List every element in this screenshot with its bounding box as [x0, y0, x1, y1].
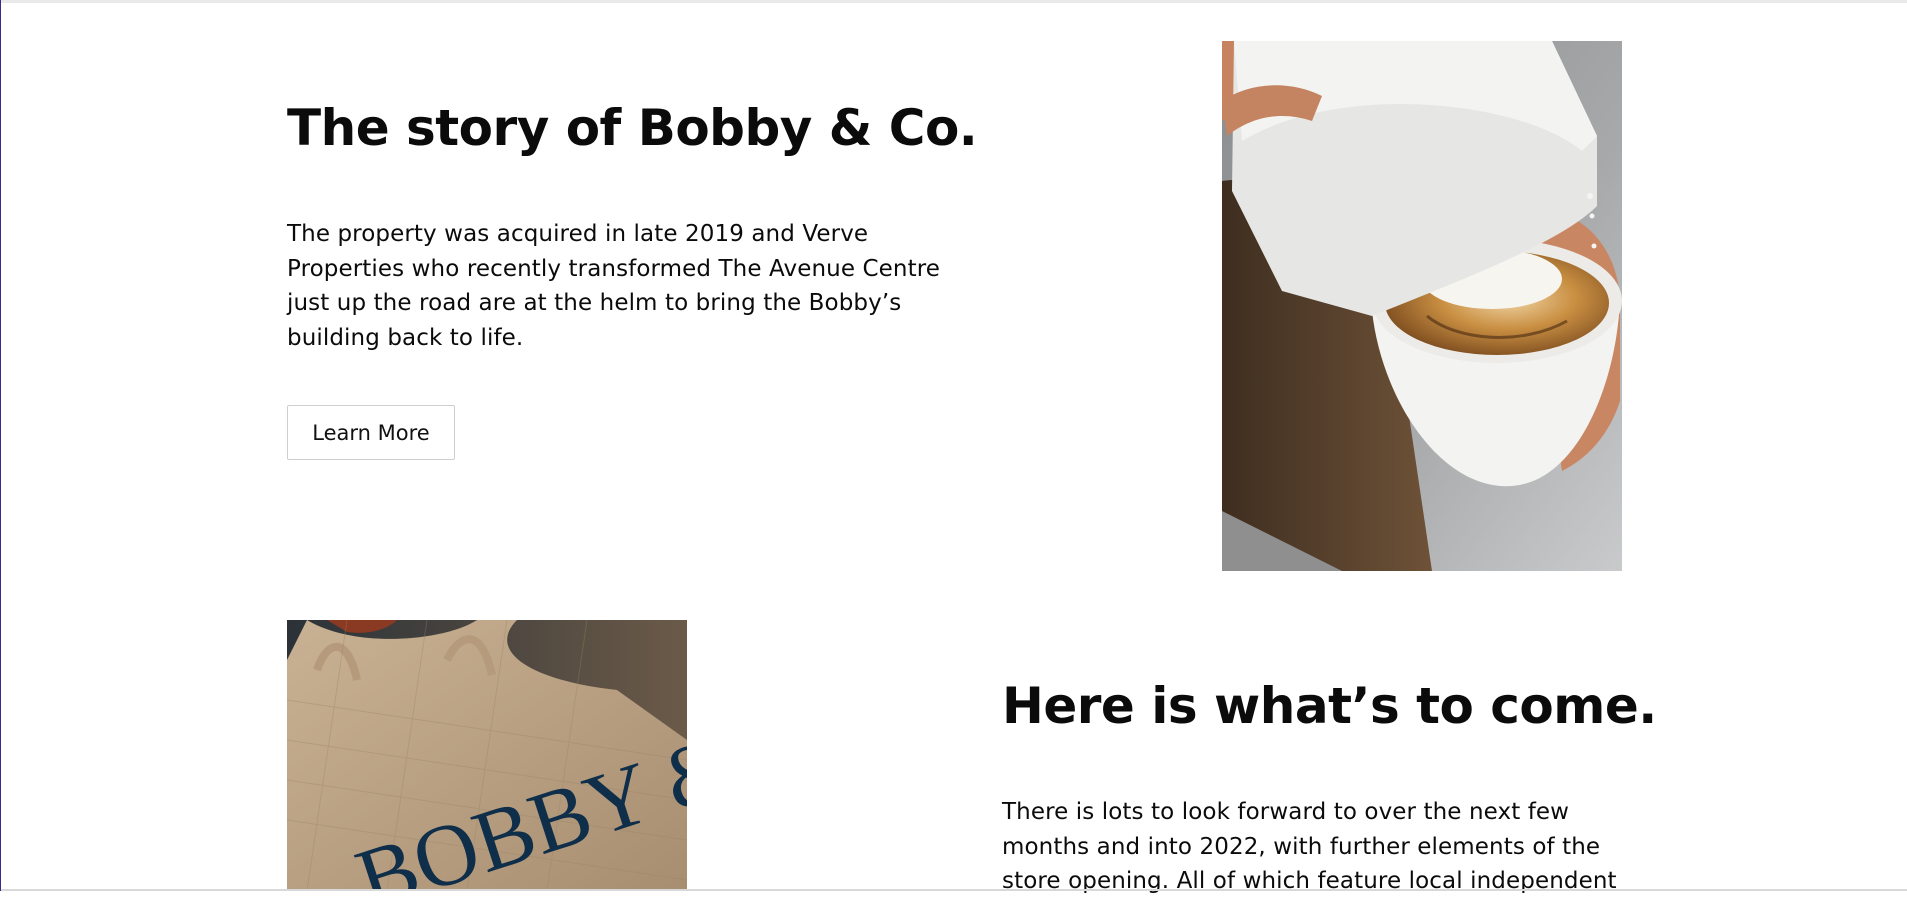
- latte-art-illustration: [1222, 41, 1622, 571]
- story-title: The story of Bobby & Co.: [287, 99, 978, 157]
- latte-art-photo: [1222, 41, 1622, 571]
- story-paragraph: The property was acquired in late 2019 a…: [287, 221, 940, 351]
- coming-paragraph: There is lots to look forward to over th…: [1002, 799, 1617, 894]
- top-divider: [1, 0, 1907, 3]
- tote-bag-illustration: BOBBY & CO: [287, 620, 687, 891]
- learn-more-button[interactable]: Learn More: [287, 405, 455, 460]
- tote-bag-photo: BOBBY & CO: [287, 620, 687, 891]
- coming-title: Here is what’s to come.: [1002, 677, 1657, 735]
